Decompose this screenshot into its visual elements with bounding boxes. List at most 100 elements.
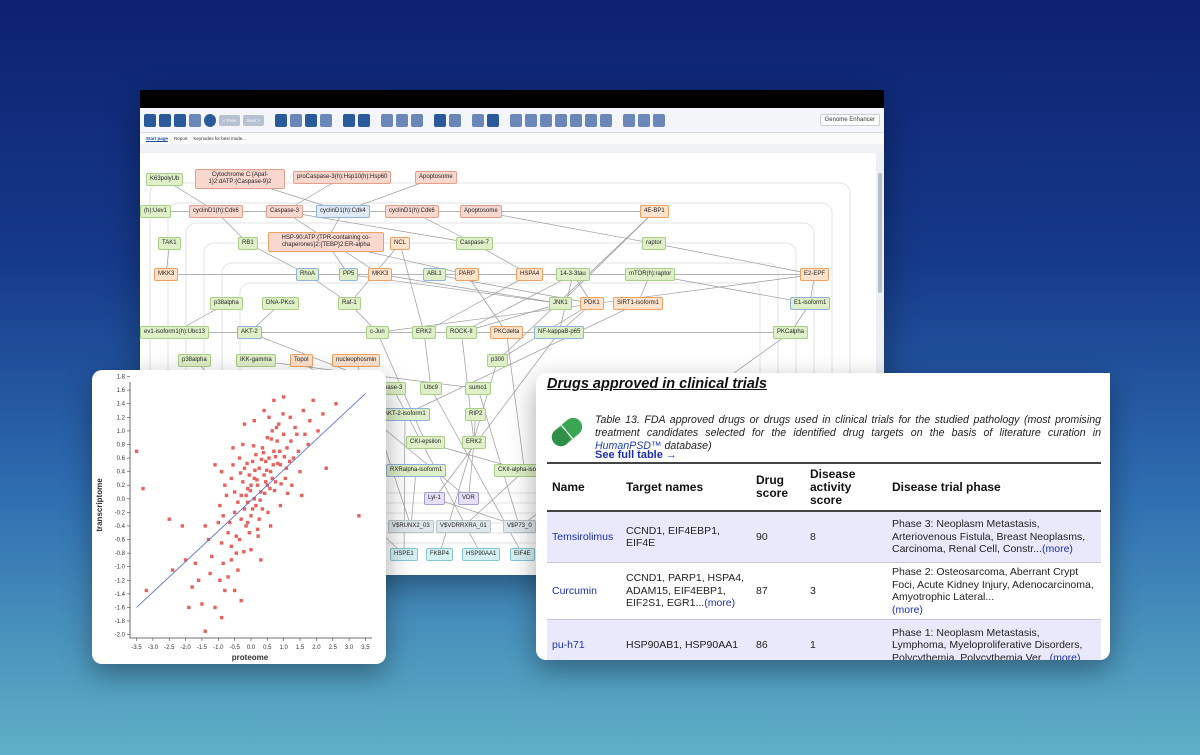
export-icon[interactable] [320, 113, 333, 127]
pathway-node[interactable]: nucleophosmin [332, 354, 381, 367]
align-bottom-icon[interactable] [540, 113, 553, 127]
list-icon[interactable] [449, 113, 462, 127]
pathway-node[interactable]: V$VDRRXRA_01 [436, 520, 491, 533]
user-icon[interactable] [174, 113, 186, 127]
pathway-node[interactable]: PKCalpha [773, 326, 809, 339]
pathway-node[interactable]: V$RUNX2_03 [388, 520, 434, 533]
layout-icon[interactable] [487, 113, 500, 127]
pathway-node[interactable]: JNK1 [549, 297, 572, 310]
pathway-node[interactable]: RXRalpha-isoform1 [386, 464, 447, 477]
pathway-node[interactable]: FKBP4 [426, 548, 454, 561]
pathway-node[interactable]: IKK-gamma [236, 354, 276, 367]
pathway-node[interactable]: cyclinD1(h):Cdk6 [189, 205, 243, 218]
more-link[interactable]: (more) [1050, 652, 1081, 660]
sync-icon[interactable] [189, 113, 201, 127]
pathway-node[interactable]: ev1-isoform1(h):Ubc13 [140, 326, 210, 339]
more-link[interactable]: (more) [704, 597, 735, 609]
share-icon[interactable] [434, 113, 447, 127]
pathway-node[interactable]: Cytochrome C:{Apaf-1}2:dATP:{Caspase-9}2 [195, 169, 285, 189]
pathway-node[interactable]: AKT-2-isoform1 [380, 408, 430, 421]
help-icon[interactable] [204, 113, 216, 127]
pathway-node[interactable]: ROCK-II [446, 326, 477, 339]
see-full-table-link[interactable]: See full table → [595, 449, 677, 461]
align-top-icon[interactable] [510, 113, 523, 127]
pathway-node[interactable]: CKI-epsilon [406, 436, 446, 449]
pathway-node[interactable]: Raf-1 [338, 297, 361, 310]
pathway-node[interactable]: DNA-PKcs [262, 297, 299, 310]
align-right-icon[interactable] [585, 113, 598, 127]
pathway-node[interactable]: Lyl-1 [424, 492, 445, 505]
zoom-in-icon[interactable] [396, 113, 409, 127]
pathway-node[interactable]: RhoA [296, 268, 320, 281]
drug-link-temsirolimus[interactable]: Temsirolimus [552, 531, 613, 543]
drug-link-curcumin[interactable]: Curcumin [552, 585, 597, 597]
pathway-node[interactable]: TopoI [290, 354, 313, 367]
pathway-node[interactable]: HSP90AA1 [462, 548, 501, 561]
pathway-node[interactable]: K63polyUb [146, 173, 184, 186]
pathway-node[interactable]: PKCdelta [490, 326, 524, 339]
arrange-icon[interactable] [638, 113, 651, 127]
pathway-node[interactable]: ERK2 [412, 326, 436, 339]
save-icon[interactable] [275, 113, 288, 127]
redo-icon[interactable] [358, 113, 371, 127]
pathway-node[interactable]: cyclinD1(h):Cdk6 [385, 205, 439, 218]
menu-icon[interactable] [144, 113, 156, 127]
pathway-node[interactable]: SIRT1-isoform1 [613, 297, 663, 310]
save-as-icon[interactable] [305, 113, 318, 127]
pathway-node[interactable]: TAK1 [158, 237, 181, 250]
network-icon[interactable] [653, 113, 666, 127]
align-left-icon[interactable] [555, 113, 568, 127]
tab-keynodes[interactable]: Keynodes for best mode... [194, 136, 247, 141]
undo-icon[interactable] [343, 113, 356, 127]
pathway-node[interactable]: RB1 [238, 237, 258, 250]
pathway-node[interactable]: MKK3 [368, 268, 393, 281]
pathway-node[interactable]: (h):Uev1 [140, 205, 172, 218]
tab-report[interactable]: Report [174, 136, 188, 141]
more-link[interactable]: (more) [892, 604, 923, 616]
spacing-icon[interactable] [623, 113, 636, 127]
pathway-node[interactable]: MKK3 [154, 268, 179, 281]
pathway-node[interactable]: V$P73_0 [503, 520, 536, 533]
fit-icon[interactable] [411, 113, 424, 127]
pathway-node[interactable]: EIF4E [510, 548, 535, 561]
document-icon[interactable] [290, 113, 303, 127]
pathway-node[interactable]: cyclinD1(h):Cdk4 [316, 205, 370, 218]
pathway-node[interactable]: Apoptosome [460, 205, 502, 218]
pathway-node[interactable]: HSPA4 [516, 268, 544, 281]
pathway-node[interactable]: Caspase-7 [456, 237, 494, 250]
distribute-icon[interactable] [600, 113, 613, 127]
home-icon[interactable] [159, 113, 171, 127]
pathway-node[interactable]: sumo1 [465, 382, 492, 395]
pathway-node[interactable]: AKT-2 [237, 326, 262, 339]
zoom-out-icon[interactable] [381, 113, 394, 127]
prev-button[interactable]: < Prev [219, 114, 241, 126]
table-icon[interactable] [472, 113, 485, 127]
pathway-node[interactable]: Apoptosome [415, 171, 457, 184]
pathway-node[interactable]: HSP-90:ATP:{TPR-containing co-chaperones… [268, 232, 384, 252]
align-middle-icon[interactable] [525, 113, 538, 127]
pathway-node[interactable]: p38alpha [210, 297, 243, 310]
pathway-node[interactable]: PDK1 [580, 297, 604, 310]
pathway-node[interactable]: E2-EPF [800, 268, 830, 281]
pathway-node[interactable]: PARP [455, 268, 479, 281]
pathway-node[interactable]: p300 [487, 354, 509, 367]
drug-link-pu-h71[interactable]: pu-h71 [552, 639, 585, 651]
pathway-node[interactable]: 4E-BP1 [640, 205, 669, 218]
pathway-node[interactable]: PP5 [339, 268, 359, 281]
scrollbar-thumb[interactable] [878, 173, 882, 293]
more-link[interactable]: (more) [1042, 543, 1073, 555]
pathway-node[interactable]: raptor [642, 237, 666, 250]
pathway-node[interactable]: NF-kappaB-p65 [534, 326, 585, 339]
pathway-node[interactable]: mTOR(h):raptor [625, 268, 676, 281]
pathway-node[interactable]: Caspase-3 [266, 205, 304, 218]
pathway-node[interactable]: HSPE1 [390, 548, 418, 561]
pathway-node[interactable]: 14-3-3tau [556, 268, 590, 281]
tab-start-page[interactable]: Start page [146, 136, 169, 142]
pathway-node[interactable]: NCL [390, 237, 411, 250]
align-center-icon[interactable] [570, 113, 583, 127]
pathway-node[interactable]: ERK2 [462, 436, 486, 449]
pathway-node[interactable]: c-Jun [366, 326, 389, 339]
pathway-node[interactable]: Ubc9 [420, 382, 443, 395]
pathway-node[interactable]: RIP2 [465, 408, 487, 421]
next-button[interactable]: Next > [243, 114, 265, 126]
